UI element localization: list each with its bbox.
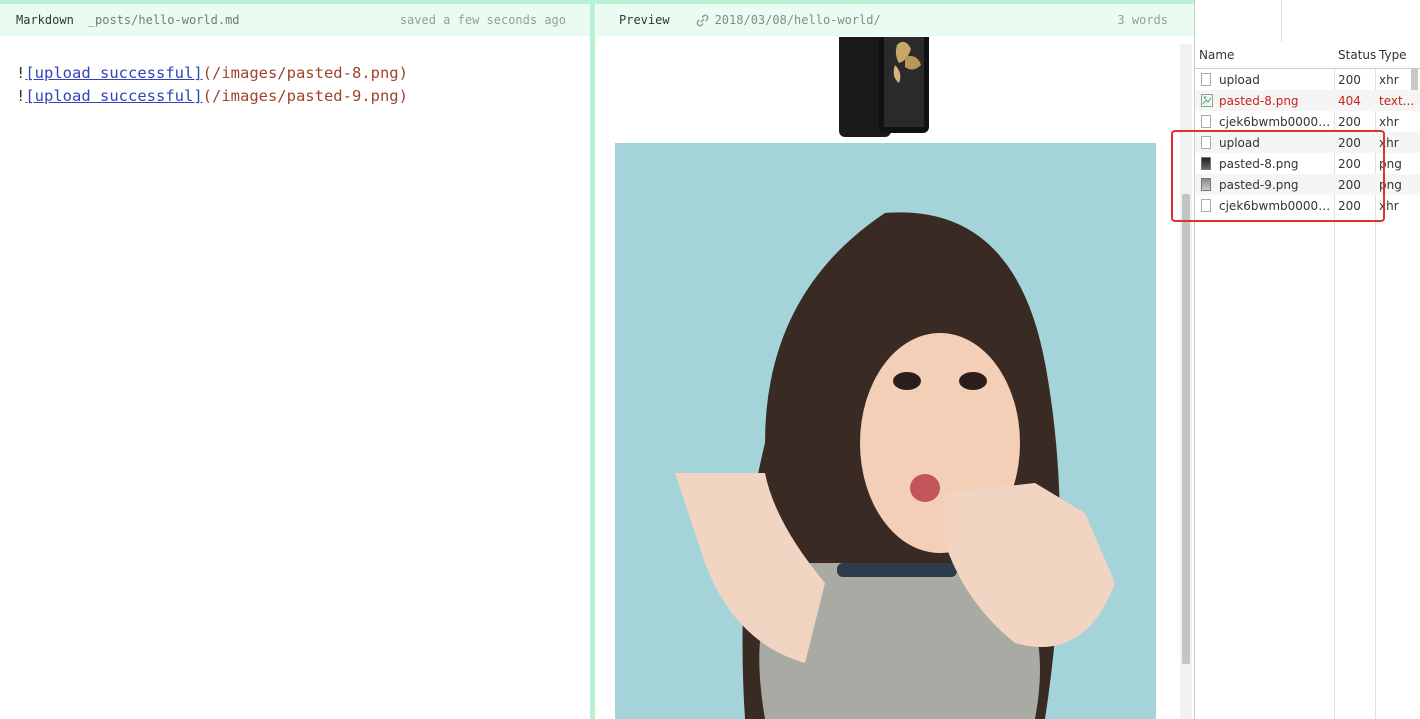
preview-scroll-thumb[interactable] — [1182, 194, 1190, 664]
markdown-line[interactable]: ![upload successful](/images/pasted-8.pn… — [16, 62, 590, 85]
portrait-photo — [615, 143, 1156, 719]
markdown-link-text[interactable]: [upload successful] — [25, 64, 202, 82]
table-header-row: Name Status Type — [1195, 42, 1420, 69]
table-row[interactable]: cjek6bwmb0000tw... 200 xhr — [1195, 111, 1420, 132]
editor-title: Markdown — [16, 13, 74, 27]
request-type: text... — [1379, 93, 1415, 108]
annotation-highlight-box — [1171, 130, 1385, 222]
phone-image — [839, 37, 929, 137]
request-status: 200 — [1338, 114, 1361, 129]
column-header-status[interactable]: Status — [1334, 48, 1376, 62]
image-syntax-prefix: ! — [16, 64, 26, 82]
markdown-editor-pane[interactable]: Markdown _posts/hello-world.md saved a f… — [0, 4, 590, 719]
request-type: xhr — [1379, 72, 1399, 87]
request-status: 404 — [1338, 93, 1361, 108]
markdown-url: (/images/pasted-8.png) — [202, 64, 408, 82]
request-name: pasted-8.png — [1219, 93, 1299, 108]
broken-image-icon — [1201, 94, 1213, 107]
markdown-link-text[interactable]: [upload successful] — [25, 87, 202, 105]
devtools-network-panel: Name Status Type upload 200 xhr pasted-8… — [1194, 0, 1420, 719]
image-syntax-prefix: ! — [16, 87, 26, 105]
word-count: 3 words — [1117, 13, 1168, 27]
pane-divider-left[interactable] — [590, 4, 595, 719]
preview-title: Preview — [619, 13, 670, 27]
file-icon — [1201, 73, 1211, 86]
request-name: upload — [1219, 72, 1260, 87]
markdown-url: (/images/pasted-9.png) — [202, 87, 408, 105]
devtools-toolbar — [1195, 0, 1420, 43]
request-name: cjek6bwmb0000tw... — [1219, 114, 1331, 129]
table-row[interactable]: pasted-8.png 404 text... — [1195, 90, 1420, 111]
file-icon — [1201, 115, 1211, 128]
column-header-type[interactable]: Type — [1375, 48, 1420, 62]
request-status: 200 — [1338, 72, 1361, 87]
permalink-text[interactable]: 2018/03/08/hello-world/ — [715, 13, 881, 27]
toolbar-separator — [1281, 0, 1282, 42]
column-header-name[interactable]: Name — [1195, 48, 1334, 62]
table-row[interactable]: upload 200 xhr — [1195, 69, 1420, 90]
link-icon — [696, 14, 708, 26]
markdown-line[interactable]: ![upload successful](/images/pasted-9.pn… — [16, 85, 590, 108]
markdown-text-area[interactable]: ![upload successful](/images/pasted-8.pn… — [0, 36, 590, 108]
request-type: xhr — [1379, 114, 1399, 129]
editor-header: Markdown _posts/hello-world.md saved a f… — [0, 4, 590, 36]
preview-pane: Preview 2018/03/08/hello-world/ 3 words — [596, 4, 1194, 719]
save-status: saved a few seconds ago — [399, 13, 566, 27]
editor-file-path: _posts/hello-world.md — [87, 13, 240, 27]
preview-header: Preview 2018/03/08/hello-world/ 3 words — [596, 4, 1194, 36]
permalink[interactable]: 2018/03/08/hello-world/ — [696, 13, 881, 27]
